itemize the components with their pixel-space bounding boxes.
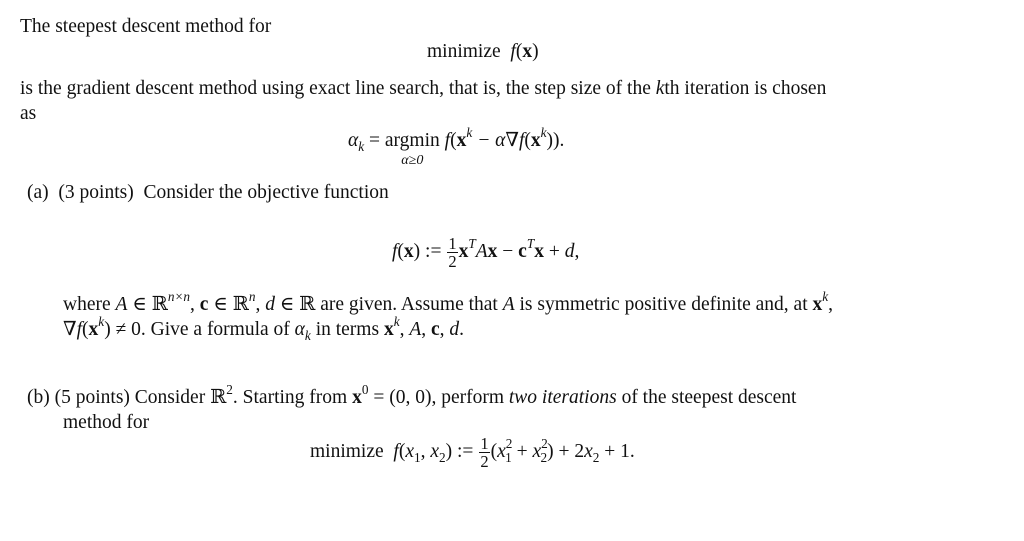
part-a-text: Consider the objective function — [143, 182, 389, 203]
equals-sign: = — [369, 130, 381, 151]
minus-alpha-grad: − α∇ — [472, 130, 519, 151]
argmin-constraint: α≥0 — [401, 152, 424, 168]
argmin-word: argmin — [384, 130, 440, 151]
minimize-word-b: minimize — [310, 441, 384, 462]
part-b-formula: minimize f(x1, x2) := 1 2 (x21 + x22) + 2x… — [310, 434, 635, 472]
fraction-one-half-b: 12 — [479, 434, 490, 472]
part-b-line-2: method for — [63, 412, 150, 433]
x-vector-2: x — [530, 130, 541, 151]
part-a-points: (3 points) — [58, 182, 134, 203]
frac-numerator-b: 1 — [479, 434, 490, 454]
x-vector: x — [456, 130, 467, 151]
sup-k: k — [466, 125, 473, 141]
display-argmin-formula: αk = argmin α≥0 f(xk − α∇f(xk)). — [348, 126, 565, 167]
frac-denominator: 2 — [448, 252, 457, 272]
close-parens: )). — [546, 130, 565, 151]
intro-line-2-before: is the gradient descent method using exa… — [20, 78, 656, 99]
part-a-heading: (a) (3 points) Consider the objective fu… — [27, 181, 389, 205]
part-a-label: (a) — [27, 182, 49, 203]
intro-line-2: is the gradient descent method using exa… — [20, 77, 826, 101]
minimize-word: minimize — [427, 41, 501, 62]
frac-denominator-b: 2 — [480, 452, 489, 472]
intro-line-2-after: th iteration is chosen — [664, 78, 827, 99]
intro-line-3: as — [20, 103, 37, 124]
part-b-line-1: (b) (5 points) Consider ℝ2. Starting fro… — [27, 382, 797, 408]
alpha-symbol: α — [348, 130, 359, 151]
display-minimize-fx: minimize f(x) — [427, 41, 539, 62]
sup-k-2: k — [540, 125, 547, 141]
emphasis-two-iterations: two iterations — [508, 387, 617, 408]
argmin-operator: argmin α≥0 — [385, 129, 440, 167]
part-a-body-line-1: where A ∈ ℝn×n, c ∈ ℝn, d ∈ ℝ are given.… — [63, 289, 834, 315]
part-b-points: (5 points) — [54, 387, 130, 408]
part-a-body-line-2: ∇f(xk) ≠ 0. Give a formula of αk in term… — [63, 314, 465, 343]
alpha-subscript: k — [358, 138, 365, 154]
part-b-label: (b) — [27, 387, 50, 408]
fraction-one-half: 12 — [447, 234, 458, 272]
part-a-formula: f(x) := 1 2 xTAx − cTx + d, — [392, 234, 580, 272]
intro-line-1: The steepest descent method for — [20, 16, 272, 37]
frac-numerator: 1 — [447, 234, 458, 254]
